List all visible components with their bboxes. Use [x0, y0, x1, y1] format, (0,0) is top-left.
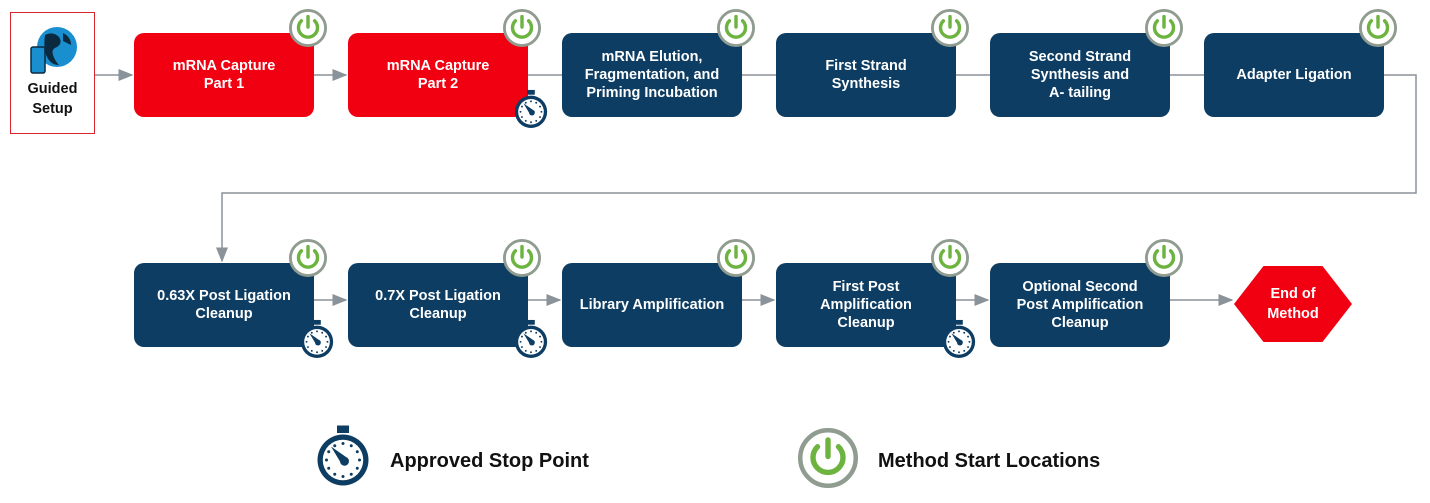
power-icon	[503, 239, 541, 282]
power-icon	[717, 9, 755, 52]
stopwatch-icon	[298, 319, 336, 366]
power-icon	[798, 428, 858, 493]
step-box: Second Strand Synthesis and A- tailing	[990, 33, 1170, 117]
step-box: mRNA Elution, Fragmentation, and Priming…	[562, 33, 742, 117]
step-box: mRNA Capture Part 2	[348, 33, 528, 117]
stopwatch-icon	[313, 424, 373, 495]
power-icon	[289, 239, 327, 282]
step-box: First Strand Synthesis	[776, 33, 956, 117]
power-icon	[931, 9, 969, 52]
stopwatch-icon	[512, 89, 550, 136]
power-icon	[503, 9, 541, 52]
stopwatch-icon	[940, 319, 978, 366]
legend-start-location-label: Method Start Locations	[878, 450, 1101, 472]
power-icon	[289, 9, 327, 52]
power-icon	[931, 239, 969, 282]
legend-stop-point-label: Approved Stop Point	[390, 450, 589, 472]
step-box: 0.63X Post Ligation Cleanup	[134, 263, 314, 347]
step-box: 0.7X Post Ligation Cleanup	[348, 263, 528, 347]
power-icon	[1359, 9, 1397, 52]
step-box: Library Amplification	[562, 263, 742, 347]
guided-setup-label: Guided Setup	[27, 81, 78, 117]
power-icon	[1145, 9, 1183, 52]
step-box: Adapter Ligation	[1204, 33, 1384, 117]
stopwatch-icon	[512, 319, 550, 366]
globe-tablet-icon	[30, 27, 77, 74]
power-icon	[717, 239, 755, 282]
step-box: Optional Second Post Amplification Clean…	[990, 263, 1170, 347]
power-icon	[1145, 239, 1183, 282]
step-box: mRNA Capture Part 1	[134, 33, 314, 117]
step-box: First Post Amplification Cleanup	[776, 263, 956, 347]
guided-setup-box: Guided Setup	[10, 12, 95, 134]
